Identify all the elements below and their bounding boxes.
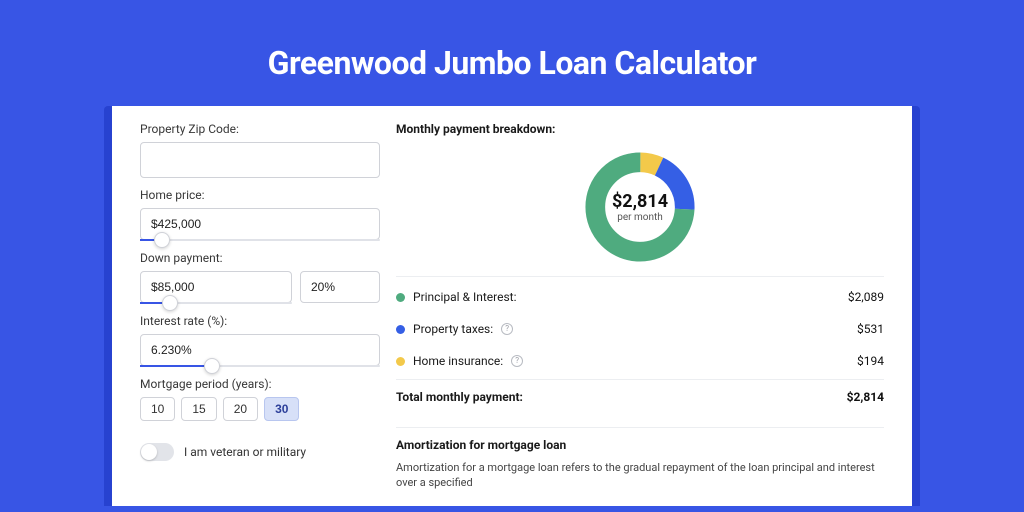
veteran-toggle[interactable] [140, 443, 174, 461]
down-payment-label: Down payment: [140, 251, 380, 265]
page-title: Greenwood Jumbo Loan Calculator [268, 44, 757, 82]
legend-label: Property taxes: [413, 322, 493, 336]
legend-row-principal: Principal & Interest: $2,089 [396, 281, 884, 313]
legend-value: $194 [857, 354, 884, 368]
veteran-label: I am veteran or military [184, 445, 306, 459]
mortgage-period-label: Mortgage period (years): [140, 377, 380, 391]
mortgage-period-group: 10 15 20 30 [140, 397, 380, 421]
donut-center: $2,814 per month [581, 148, 699, 266]
breakdown-title: Monthly payment breakdown: [396, 122, 884, 136]
info-icon[interactable]: ? [501, 323, 513, 335]
veteran-row: I am veteran or military [140, 443, 380, 461]
total-value: $2,814 [847, 390, 884, 404]
donut-amount: $2,814 [612, 191, 668, 212]
divider [396, 276, 884, 277]
period-button-10[interactable]: 10 [140, 397, 175, 421]
calculator-panel: Property Zip Code: Home price: Down paym… [112, 106, 912, 506]
amortization-text: Amortization for a mortgage loan refers … [396, 460, 884, 491]
slider-fill [140, 365, 212, 367]
home-price-input[interactable] [140, 208, 380, 240]
interest-rate-input[interactable] [140, 334, 380, 366]
dot-icon [396, 293, 405, 302]
dot-icon [396, 357, 405, 366]
donut-chart: $2,814 per month [581, 148, 699, 266]
interest-rate-slider[interactable] [140, 365, 380, 367]
legend-label: Principal & Interest: [413, 290, 517, 304]
slider-thumb[interactable] [162, 295, 178, 311]
slider-thumb[interactable] [154, 232, 170, 248]
legend-row-insurance: Home insurance: ? $194 [396, 345, 884, 377]
legend-label: Home insurance: [413, 354, 503, 368]
slider-thumb[interactable] [204, 358, 220, 374]
legend-row-taxes: Property taxes: ? $531 [396, 313, 884, 345]
donut-wrap: $2,814 per month [396, 142, 884, 274]
legend-value: $531 [857, 322, 884, 336]
zip-input[interactable] [140, 142, 380, 178]
info-icon[interactable]: ? [511, 355, 523, 367]
toggle-knob [141, 444, 157, 460]
period-button-15[interactable]: 15 [181, 397, 216, 421]
legend-value: $2,089 [848, 290, 884, 304]
down-payment-slider[interactable] [140, 302, 292, 304]
down-payment-percent-input[interactable] [300, 271, 380, 303]
interest-rate-label: Interest rate (%): [140, 314, 380, 328]
home-price-slider[interactable] [140, 239, 380, 241]
form-column: Property Zip Code: Home price: Down paym… [140, 120, 380, 506]
home-price-label: Home price: [140, 188, 380, 202]
panel-shadow: Property Zip Code: Home price: Down paym… [104, 106, 920, 506]
donut-sub: per month [617, 212, 663, 223]
legend-row-total: Total monthly payment: $2,814 [396, 379, 884, 413]
total-label: Total monthly payment: [396, 390, 523, 404]
breakdown-column: Monthly payment breakdown: [396, 120, 884, 506]
zip-label: Property Zip Code: [140, 122, 380, 136]
period-button-20[interactable]: 20 [223, 397, 258, 421]
amortization-title: Amortization for mortgage loan [396, 438, 884, 452]
dot-icon [396, 325, 405, 334]
amortization-section: Amortization for mortgage loan Amortizat… [396, 427, 884, 491]
period-button-30[interactable]: 30 [264, 397, 299, 421]
